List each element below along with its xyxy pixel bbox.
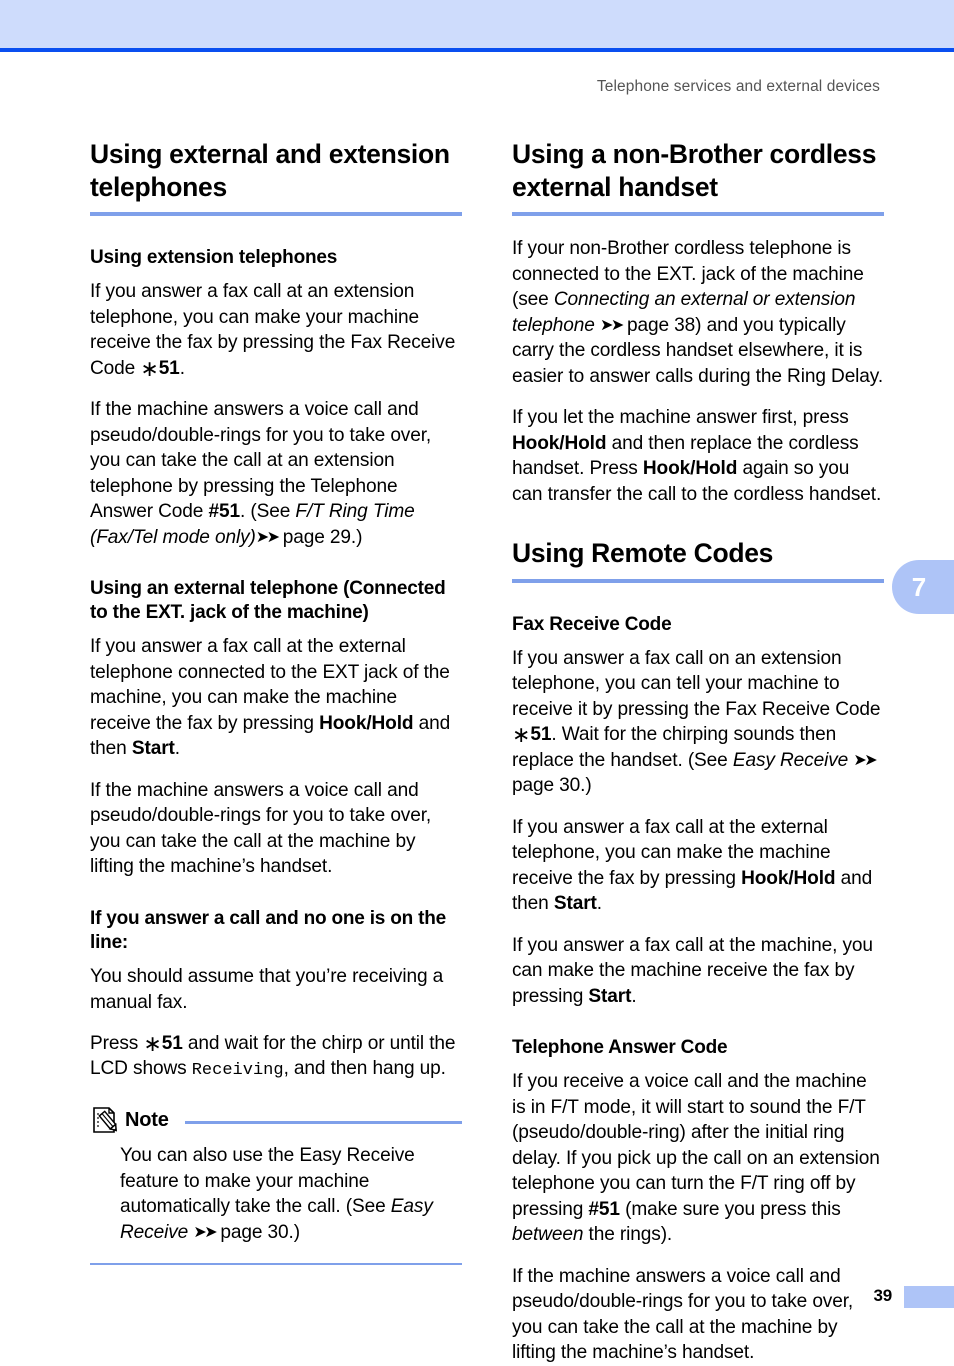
paragraph: Press ∗51 and wait for the chirp or unti… [90, 1030, 456, 1081]
section-heading-using-external-and-extension-telephones: Using external and extension telephones [90, 139, 450, 202]
text-run: If you answer a fax call on an extension… [512, 647, 881, 720]
text-run: . (See [239, 501, 296, 523]
paragraph: If you receive a voice call and the mach… [512, 1069, 884, 1247]
note-pencil-icon [92, 1106, 122, 1134]
text-run: You can also use the Easy Receive featur… [120, 1145, 415, 1218]
paragraph: If you answer a fax call on an extension… [512, 647, 881, 797]
lcd-text: Receiving [191, 1061, 284, 1081]
paragraph: If you let the machine answer first, pre… [512, 405, 884, 507]
paragraph: If you answer a fax call at the external… [512, 815, 884, 917]
page-top-band [0, 0, 954, 48]
double-arrow-icon: ➤➤ [255, 528, 280, 546]
running-head: Telephone services and external devices [596, 78, 880, 95]
note-label: Note [125, 1108, 169, 1131]
button-name-hook-hold: Hook/Hold [642, 458, 738, 480]
subheading-using-an-external-telephone: Using an external telephone (Connected t… [90, 578, 446, 624]
note-box: Note You can also use the Easy Receive f… [90, 1105, 462, 1266]
text-run: . [596, 893, 602, 915]
text-run: , and then hang up. [283, 1058, 446, 1080]
text-run: . [631, 985, 637, 1007]
paragraph: You can also use the Easy Receive featur… [120, 1143, 462, 1245]
text-run: If you answer a fax call at the machine,… [512, 934, 873, 1007]
text-run: Press [90, 1032, 144, 1054]
chapter-tab: 7 [892, 560, 954, 614]
note-body: You can also use the Easy Receive featur… [120, 1143, 462, 1245]
paragraph: You should assume that you’re receiving … [90, 966, 444, 1013]
note-close-rule [90, 1263, 462, 1266]
text-run: page 30.) [512, 775, 592, 797]
code-bold: #51 [588, 1198, 620, 1220]
button-name-hook-hold: Hook/Hold [319, 712, 414, 734]
button-name-hook-hold: Hook/Hold [512, 432, 607, 454]
paragraph: If you answer a fax call at an extension… [90, 281, 456, 381]
button-name-hook-hold: Hook/Hold [741, 867, 836, 889]
text-run: (make sure you press this [619, 1198, 841, 1220]
note-rule [184, 1120, 462, 1124]
page-number: 39 [873, 1286, 892, 1305]
text-run: If you let the machine answer first, pre… [512, 407, 849, 429]
paragraph: If the machine answers a voice call and … [512, 1265, 854, 1364]
paragraph: If you answer a fax call at the machine,… [512, 933, 884, 1009]
double-arrow-icon: ➤➤ [600, 316, 624, 334]
text-run: the rings). [583, 1224, 673, 1246]
paragraph: If the machine answers a voice call and … [90, 397, 462, 550]
paragraph: If your non-Brother cordless telephone i… [512, 236, 884, 389]
subheading-fax-receive-code: Fax Receive Code [512, 613, 672, 635]
text-run: page 29.) [277, 526, 363, 548]
note-header: Note [90, 1105, 462, 1135]
text-run: page 30.) [215, 1221, 300, 1243]
paragraph: If the machine answers a voice call and … [90, 779, 432, 878]
code-bold: 51 [158, 357, 180, 379]
footer-color-block [904, 1286, 954, 1308]
code-bold: 51 [530, 724, 552, 746]
subheading-using-extension-telephones: Using extension telephones [90, 247, 338, 269]
button-name-start: Start [131, 738, 175, 760]
button-name-start: Start [588, 985, 632, 1007]
text-run: . [179, 357, 185, 379]
subheading-telephone-answer-code: Telephone Answer Code [512, 1037, 728, 1059]
subheading-if-you-answer-a-call-and-no-one-is-on-the-line: If you answer a call and no one is on th… [90, 907, 447, 953]
section-heading-using-remote-codes: Using Remote Codes [512, 538, 774, 569]
text-run: . [174, 738, 180, 760]
right-column: Using a non-Brother cordless external ha… [512, 138, 884, 1366]
double-arrow-icon: ➤➤ [853, 751, 877, 769]
button-name-start: Start [553, 893, 597, 915]
cross-reference-title: Easy Receive [732, 749, 849, 771]
code-bold: #51 [208, 501, 240, 523]
text-run: If you receive a voice call and the mach… [512, 1071, 880, 1220]
left-column: Using external and extension telephones … [90, 138, 462, 1266]
page-top-rule [0, 48, 954, 52]
code-bold: 51 [161, 1032, 183, 1054]
double-arrow-icon: ➤➤ [193, 1223, 217, 1241]
section-heading-using-a-non-brother-cordless-external-handset: Using a non-Brother cordless external ha… [512, 139, 877, 202]
paragraph: If you answer a fax call at the external… [90, 634, 462, 761]
emphasis-between: between [512, 1224, 584, 1246]
